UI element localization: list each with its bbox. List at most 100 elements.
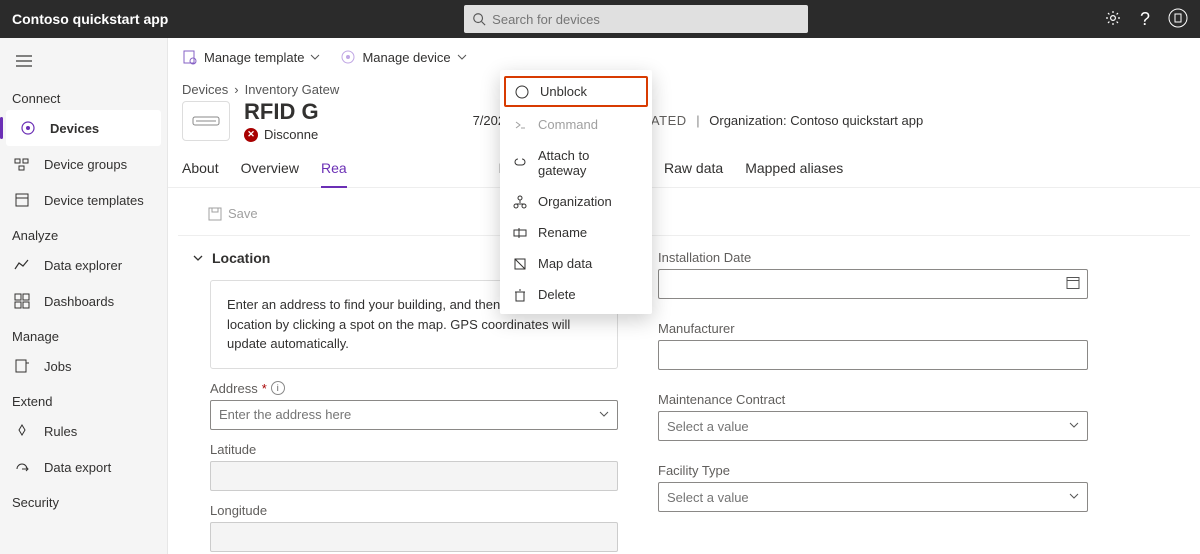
sidebar-item-label: Device groups	[44, 157, 127, 172]
manage-device-button[interactable]: Manage device	[340, 49, 466, 65]
sidebar-item-label: Device templates	[44, 193, 144, 208]
breadcrumb-root[interactable]: Devices	[182, 82, 228, 97]
gear-icon[interactable]	[1104, 9, 1122, 30]
manage-template-label: Manage template	[204, 50, 304, 65]
device-tabs: About Overview Rea Devices Commands Raw …	[168, 150, 1200, 188]
content-toolbar: Save	[178, 192, 1190, 236]
nav-section-manage: Manage	[0, 319, 167, 348]
search-icon	[472, 12, 486, 26]
gateway-icon	[191, 111, 221, 131]
menu-item-attach[interactable]: Attach to gateway	[500, 140, 652, 186]
tab-raw-data[interactable]: Raw data	[664, 160, 723, 187]
help-icon[interactable]: ?	[1140, 9, 1150, 30]
chevron-down-icon	[457, 52, 467, 62]
tab-overview[interactable]: Overview	[241, 160, 299, 187]
nav-section-security: Security	[0, 485, 167, 514]
menu-item-rename[interactable]: Rename	[500, 217, 652, 248]
latitude-input[interactable]	[210, 461, 618, 491]
manufacturer-input[interactable]	[658, 340, 1088, 370]
nav-section-analyze: Analyze	[0, 218, 167, 247]
attach-icon	[512, 156, 528, 170]
delete-icon	[512, 288, 528, 302]
sidebar-item-label: Jobs	[44, 359, 71, 374]
rules-icon	[14, 423, 30, 439]
sidebar-item-label: Data explorer	[44, 258, 122, 273]
map-data-icon	[512, 257, 528, 271]
breadcrumb: Devices › Inventory Gatew	[168, 76, 1200, 99]
tab-readings[interactable]: Rea	[321, 160, 347, 188]
data-explorer-icon	[14, 257, 30, 273]
sidebar-item-dashboards[interactable]: Dashboards	[0, 283, 167, 319]
facility-label: Facility Type	[658, 463, 1088, 478]
sidebar-item-devices[interactable]: Devices	[6, 110, 161, 146]
maintenance-select[interactable]	[658, 411, 1088, 441]
sidebar-item-jobs[interactable]: Jobs	[0, 348, 167, 384]
installation-date-input[interactable]	[658, 269, 1088, 299]
jobs-icon	[14, 358, 30, 374]
section-label: Location	[212, 250, 270, 266]
command-bar: Manage template Manage device	[168, 38, 1200, 76]
device-header: RFID G ✕ Disconne 7/2022, 1:08:57 PM | S…	[168, 99, 1200, 150]
sidebar-item-label: Data export	[44, 460, 111, 475]
chevron-right-icon: ›	[234, 82, 238, 97]
tab-about[interactable]: About	[182, 160, 219, 187]
save-button[interactable]: Save	[208, 206, 258, 221]
command-icon	[512, 118, 528, 132]
address-label: Address * i	[210, 381, 618, 396]
address-input[interactable]	[210, 400, 618, 430]
data-export-icon	[14, 459, 30, 475]
device-status: Disconne	[264, 127, 318, 142]
maintenance-label: Maintenance Contract	[658, 392, 1088, 407]
template-icon	[182, 49, 198, 65]
latitude-label: Latitude	[210, 442, 618, 457]
manage-template-button[interactable]: Manage template	[182, 49, 320, 65]
longitude-input[interactable]	[210, 522, 618, 552]
sidebar-item-label: Rules	[44, 424, 77, 439]
sidebar-item-device-templates[interactable]: Device templates	[0, 182, 167, 218]
menu-item-delete[interactable]: Delete	[500, 279, 652, 310]
menu-item-map-data[interactable]: Map data	[500, 248, 652, 279]
search-input[interactable]	[492, 12, 800, 27]
menu-item-organization[interactable]: Organization	[500, 186, 652, 217]
nav-section-extend: Extend	[0, 384, 167, 413]
sidebar-item-rules[interactable]: Rules	[0, 413, 167, 449]
sidebar-item-label: Devices	[50, 121, 99, 136]
menu-item-command: Command	[500, 109, 652, 140]
menu-item-label: Organization	[538, 194, 612, 209]
facility-select[interactable]	[658, 482, 1088, 512]
menu-item-label: Attach to gateway	[538, 148, 640, 178]
main-content: Manage template Manage device Devices › …	[168, 38, 1200, 554]
menu-item-label: Unblock	[540, 84, 587, 99]
tab-mapped-aliases[interactable]: Mapped aliases	[745, 160, 843, 187]
sidebar-item-data-export[interactable]: Data export	[0, 449, 167, 485]
sidebar: Connect Devices Device groups Device tem…	[0, 38, 168, 554]
org-label: Organization:	[709, 113, 786, 128]
menu-item-unblock[interactable]: Unblock	[504, 76, 648, 107]
rename-icon	[512, 226, 528, 240]
breadcrumb-current: Inventory Gatew	[245, 82, 340, 97]
unblock-icon	[514, 85, 530, 99]
installation-date-label: Installation Date	[658, 250, 1088, 265]
save-label: Save	[228, 206, 258, 221]
devices-icon	[20, 120, 36, 136]
sidebar-item-device-groups[interactable]: Device groups	[0, 146, 167, 182]
menu-item-label: Rename	[538, 225, 587, 240]
nav-section-connect: Connect	[0, 81, 167, 110]
disconnected-icon: ✕	[244, 128, 258, 142]
top-header: Contoso quickstart app ?	[0, 0, 1200, 38]
device-icon	[340, 49, 356, 65]
device-avatar	[182, 101, 230, 141]
chevron-down-icon	[310, 52, 320, 62]
menu-item-label: Delete	[538, 287, 576, 302]
hamburger-button[interactable]	[0, 44, 167, 81]
dashboards-icon	[14, 293, 30, 309]
manage-device-menu: Unblock Command Attach to gateway Organi…	[500, 70, 652, 314]
device-templates-icon	[14, 192, 30, 208]
feedback-icon[interactable]	[1168, 8, 1188, 31]
menu-item-label: Command	[538, 117, 598, 132]
app-title: Contoso quickstart app	[12, 11, 168, 27]
device-name: RFID G	[244, 99, 319, 125]
info-icon[interactable]: i	[271, 381, 285, 395]
search-box[interactable]	[464, 5, 808, 33]
sidebar-item-data-explorer[interactable]: Data explorer	[0, 247, 167, 283]
